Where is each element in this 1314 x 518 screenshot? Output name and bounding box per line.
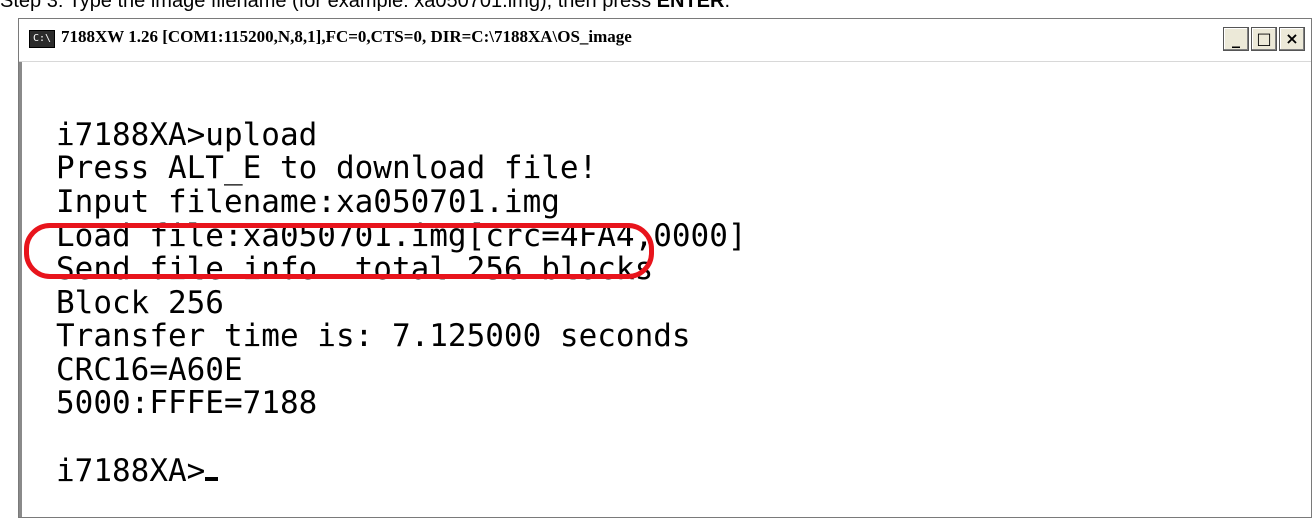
close-button[interactable]: × <box>1279 27 1305 51</box>
maximize-button[interactable]: □ <box>1251 27 1277 51</box>
console-line: CRC16=A60E <box>56 352 243 388</box>
prompt-line: i7188XA> <box>56 453 219 489</box>
caption-suffix: . <box>724 0 731 12</box>
console-line: Input filename:xa050701.img <box>56 184 560 220</box>
console-line: Block 256 <box>56 285 224 321</box>
step-caption: Step 3: Type the image filename (for exa… <box>0 0 730 13</box>
console-line: i7188XA>upload <box>56 117 318 153</box>
console-line: 5000:FFFE=7188 <box>56 385 318 421</box>
console-output[interactable]: i7188XA>upload Press ALT_E to download f… <box>19 62 1311 517</box>
title-bar[interactable]: C:\ 7188XW 1.26 [COM1:115200,N,8,1],FC=0… <box>19 19 1311 62</box>
prompt-text: i7188XA> <box>56 453 206 489</box>
console-window: C:\ 7188XW 1.26 [COM1:115200,N,8,1],FC=0… <box>18 18 1312 518</box>
caption-prefix: Step 3: Type the image filename (for exa… <box>0 0 657 12</box>
console-icon[interactable]: C:\ <box>29 30 55 48</box>
window-title: 7188XW 1.26 [COM1:115200,N,8,1],FC=0,CTS… <box>61 27 632 46</box>
highlight-ring <box>24 223 654 279</box>
console-line: Press ALT_E to download file! <box>56 150 598 186</box>
minimize-button[interactable]: _ <box>1223 27 1249 51</box>
console-line: Transfer time is: 7.125000 seconds <box>56 318 691 354</box>
text-cursor <box>205 477 219 481</box>
window-controls: _ □ × <box>1223 27 1305 51</box>
caption-key: ENTER <box>656 0 725 12</box>
